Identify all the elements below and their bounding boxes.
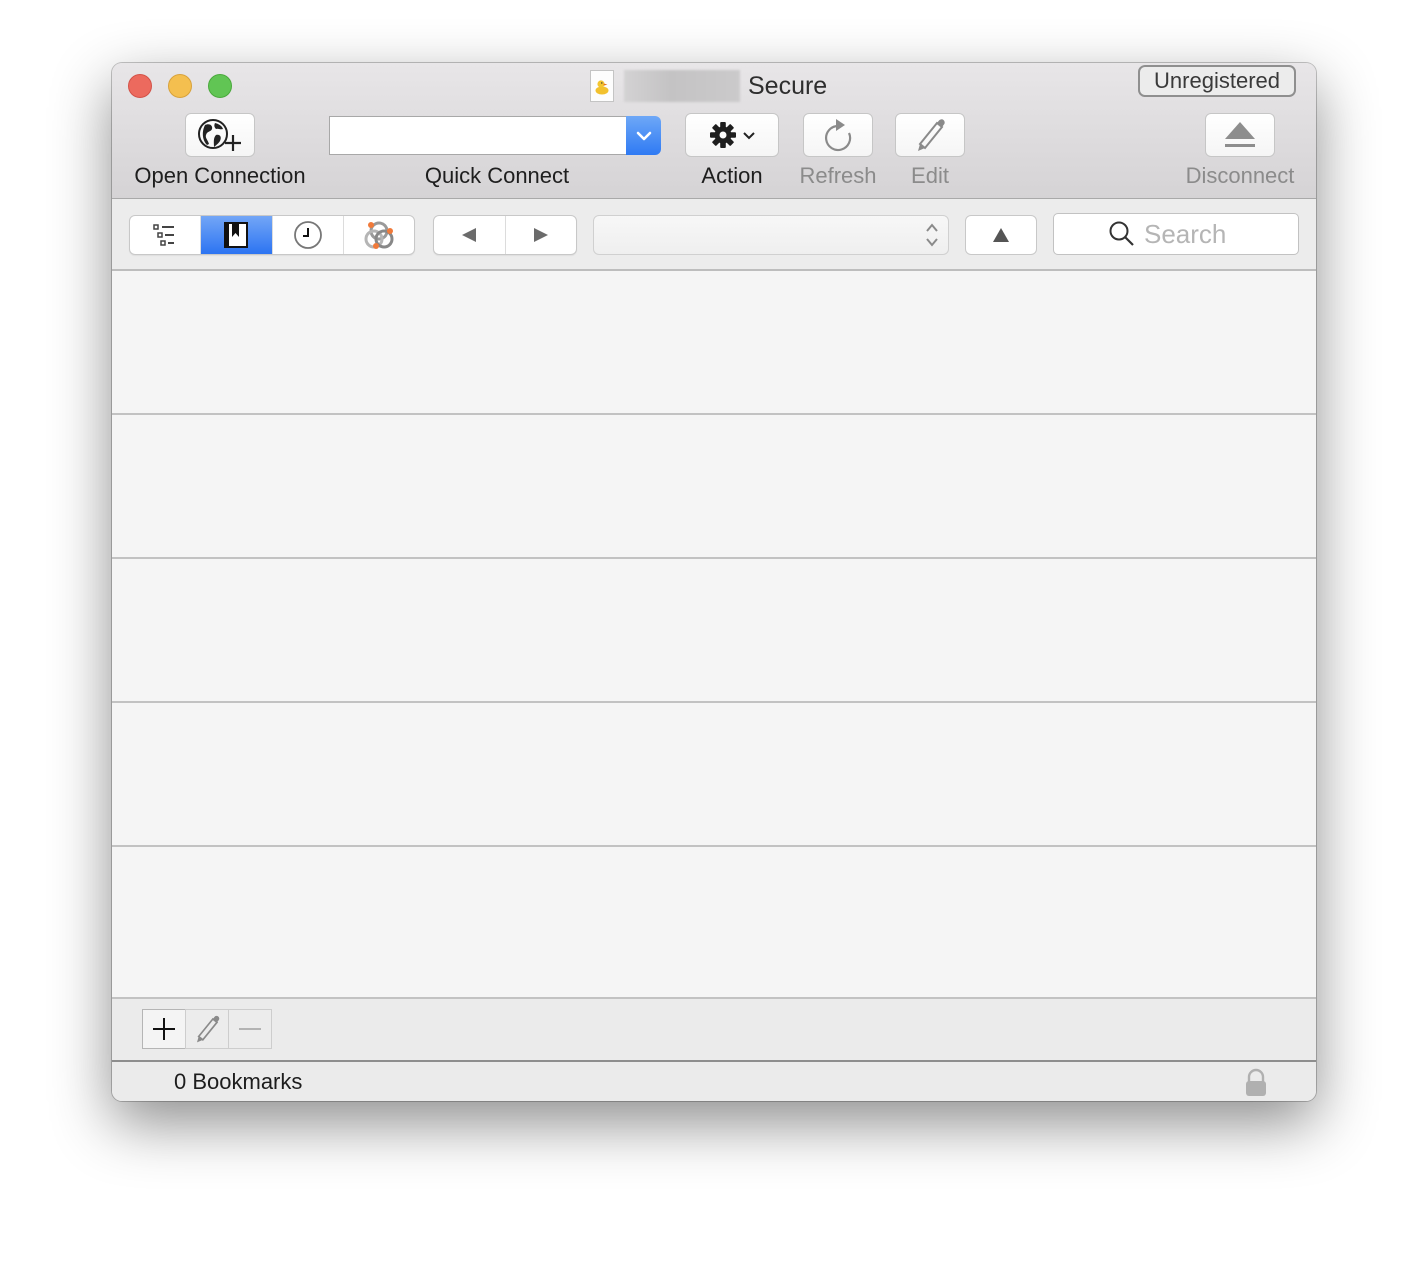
blurred-title-region	[624, 70, 740, 102]
bookmark-actions-bar	[112, 999, 1316, 1062]
edit-label: Edit	[880, 163, 980, 189]
triangle-left-icon	[460, 226, 478, 244]
chevron-down-icon	[742, 130, 756, 140]
forward-button[interactable]	[506, 216, 577, 254]
triangle-right-icon	[532, 226, 550, 244]
parent-directory-button[interactable]	[965, 215, 1037, 255]
quick-connect-label: Quick Connect	[402, 163, 592, 189]
navigation-bar	[112, 199, 1316, 271]
search-field[interactable]	[1053, 213, 1299, 255]
globe-plus-icon	[197, 117, 243, 153]
back-button[interactable]	[434, 216, 506, 254]
eject-icon	[1222, 119, 1258, 151]
outline-list-icon	[152, 223, 178, 247]
list-item[interactable]	[112, 703, 1316, 847]
refresh-label: Refresh	[788, 163, 888, 189]
disconnect-label: Disconnect	[1175, 163, 1305, 189]
bookmark-action-buttons	[142, 1009, 272, 1049]
titlebar-toolbar: Secure Unregistered Open Connection Quic…	[112, 63, 1316, 199]
unregistered-badge[interactable]: Unregistered	[1138, 65, 1296, 97]
view-browser-tab[interactable]	[130, 216, 201, 254]
view-bonjour-tab[interactable]	[344, 216, 414, 254]
bonjour-icon	[363, 219, 395, 251]
list-item[interactable]	[112, 271, 1316, 415]
refresh-icon	[821, 117, 855, 153]
open-connection-label: Open Connection	[127, 163, 313, 189]
refresh-button[interactable]	[803, 113, 873, 157]
list-item[interactable]	[112, 415, 1316, 559]
bookmark-count: 0 Bookmarks	[174, 1069, 302, 1095]
disconnect-button[interactable]	[1205, 113, 1275, 157]
gear-icon	[708, 120, 738, 150]
zoom-window-button[interactable]	[208, 74, 232, 98]
window-title: Secure	[590, 69, 827, 103]
open-connection-button[interactable]	[185, 113, 255, 157]
edit-bookmark-button[interactable]	[185, 1009, 229, 1049]
list-item[interactable]	[112, 847, 1316, 991]
status-bar: 0 Bookmarks	[112, 1062, 1316, 1101]
clock-icon	[293, 220, 323, 250]
list-footer-divider	[112, 989, 1316, 999]
minimize-window-button[interactable]	[168, 74, 192, 98]
quick-connect-dropdown-button[interactable]	[626, 116, 661, 155]
remove-bookmark-button[interactable]	[228, 1009, 272, 1049]
action-menu-button[interactable]	[685, 113, 779, 157]
minus-icon	[238, 1017, 262, 1041]
plus-icon	[152, 1017, 176, 1041]
pencil-icon	[912, 117, 948, 153]
quick-connect-input[interactable]	[329, 116, 626, 155]
lock-icon[interactable]	[1244, 1068, 1268, 1098]
list-item[interactable]	[112, 559, 1316, 703]
action-label: Action	[685, 163, 779, 189]
app-window: Secure Unregistered Open Connection Quic…	[112, 63, 1316, 1101]
view-bookmarks-tab[interactable]	[201, 216, 272, 254]
view-history-tab[interactable]	[273, 216, 344, 254]
search-input[interactable]	[1144, 219, 1244, 250]
history-navigation	[433, 215, 577, 255]
triangle-up-icon	[991, 226, 1011, 244]
edit-button[interactable]	[895, 113, 965, 157]
document-duck-icon	[590, 70, 614, 102]
view-mode-segmented-control	[129, 215, 415, 255]
bookmarks-list	[112, 271, 1316, 989]
path-popup-select[interactable]	[593, 215, 949, 255]
add-bookmark-button[interactable]	[142, 1009, 186, 1049]
chevron-down-icon	[636, 131, 652, 141]
window-title-text: Secure	[748, 72, 827, 101]
updown-chevrons-icon	[924, 221, 940, 249]
close-window-button[interactable]	[128, 74, 152, 98]
search-icon	[1108, 220, 1136, 248]
bookmark-icon	[223, 221, 249, 249]
pencil-icon	[192, 1014, 222, 1044]
